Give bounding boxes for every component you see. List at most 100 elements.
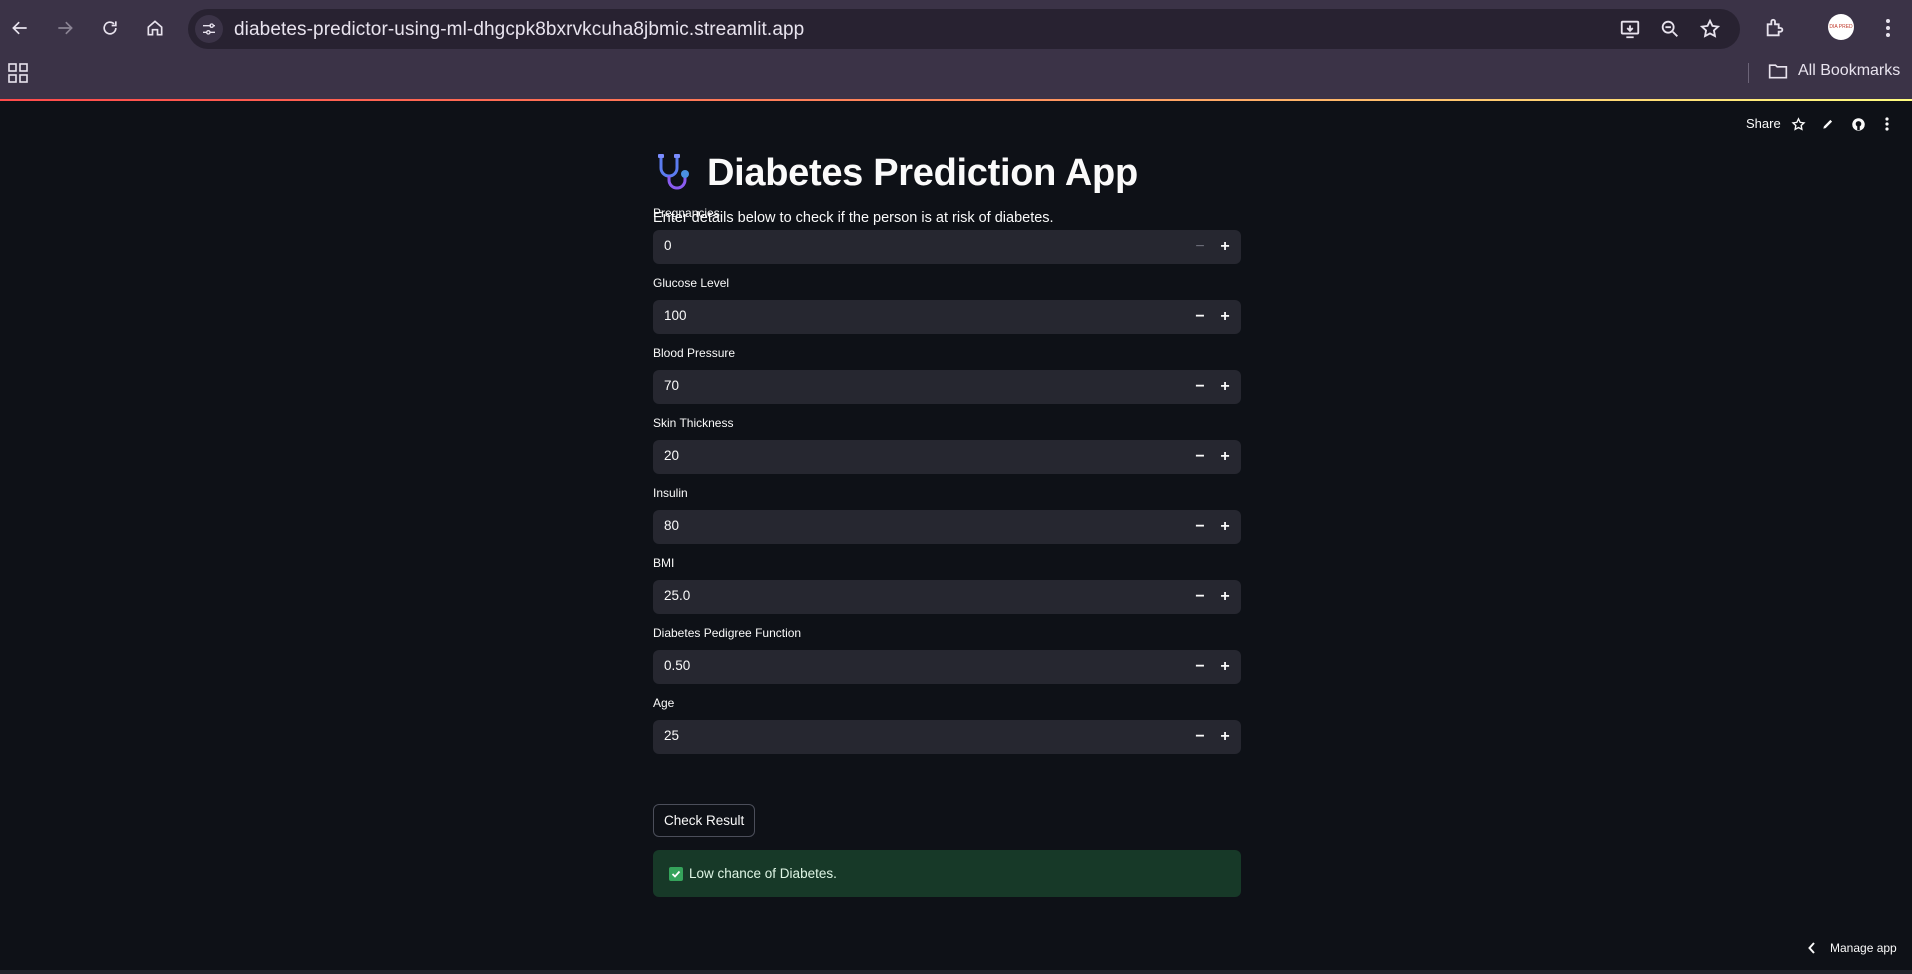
- increment-button[interactable]: +: [1212, 580, 1238, 614]
- manage-app-label: Manage app: [1830, 941, 1897, 955]
- decrement-button[interactable]: −: [1187, 370, 1213, 404]
- reload-button[interactable]: [94, 12, 126, 44]
- title-row: Diabetes Prediction App: [653, 148, 1241, 198]
- install-app-icon: [1620, 20, 1640, 39]
- back-button[interactable]: [4, 12, 36, 44]
- forward-icon: [58, 21, 73, 35]
- home-button[interactable]: [139, 12, 171, 44]
- main-content: Diabetes Prediction App Enter details be…: [653, 148, 1241, 897]
- number-field: BMI 25.0 − +: [653, 556, 1241, 614]
- all-bookmarks-label: All Bookmarks: [1798, 62, 1901, 79]
- zoom-button[interactable]: [1658, 17, 1682, 41]
- folder-icon: [1768, 64, 1788, 79]
- chevron-left-icon: [1808, 942, 1815, 954]
- profile-text: DIA PRED: [1829, 24, 1853, 30]
- number-input-value[interactable]: 100: [664, 308, 687, 323]
- profile-avatar[interactable]: DIA PRED: [1828, 14, 1854, 40]
- increment-button[interactable]: +: [1212, 440, 1238, 474]
- menu-icon: [1886, 19, 1890, 37]
- number-field: Blood Pressure 70 − +: [653, 346, 1241, 404]
- pencil-icon: [1823, 119, 1833, 129]
- kebab-menu-icon: [1885, 117, 1889, 131]
- number-input[interactable]: 0 − +: [653, 230, 1241, 264]
- number-input[interactable]: 80 − +: [653, 510, 1241, 544]
- number-input[interactable]: 0.50 − +: [653, 650, 1241, 684]
- number-input-value[interactable]: 25.0: [664, 588, 690, 603]
- github-icon: [1851, 117, 1865, 131]
- result-text: Low chance of Diabetes.: [689, 866, 837, 881]
- url-text[interactable]: diabetes-predictor-using-ml-dhgcpk8bxrvk…: [234, 19, 804, 41]
- extensions-button[interactable]: [1759, 12, 1791, 44]
- site-settings-button[interactable]: [195, 15, 223, 43]
- number-input-value[interactable]: 20: [664, 448, 679, 463]
- decrement-button[interactable]: −: [1187, 440, 1213, 474]
- field-label: Skin Thickness: [653, 416, 734, 430]
- field-label: Insulin: [653, 486, 688, 500]
- decrement-button[interactable]: −: [1187, 580, 1213, 614]
- number-field: Diabetes Pedigree Function 0.50 − +: [653, 626, 1241, 684]
- field-label: BMI: [653, 556, 675, 570]
- reload-icon: [103, 21, 117, 35]
- back-icon: [12, 21, 27, 35]
- number-input[interactable]: 25.0 − +: [653, 580, 1241, 614]
- app-menu-button[interactable]: [1878, 115, 1896, 133]
- number-input-value[interactable]: 80: [664, 518, 679, 533]
- result-alert: Low chance of Diabetes.: [653, 850, 1241, 897]
- streamlit-header-decoration: [0, 99, 1912, 101]
- check-result-button[interactable]: Check Result: [653, 804, 756, 837]
- decrement-button[interactable]: −: [1187, 300, 1213, 334]
- field-label: Blood Pressure: [653, 346, 736, 360]
- home-icon: [147, 20, 163, 36]
- number-input[interactable]: 25 − +: [653, 720, 1241, 754]
- field-label: Diabetes Pedigree Function: [653, 626, 802, 640]
- decrement-button[interactable]: −: [1187, 230, 1213, 264]
- number-input-value[interactable]: 0: [664, 238, 672, 253]
- number-input-value[interactable]: 25: [664, 728, 679, 743]
- number-field: Age 25 − +: [653, 696, 1241, 754]
- extensions-icon: [1766, 18, 1784, 37]
- edit-button[interactable]: [1819, 115, 1837, 133]
- stethoscope-icon: [658, 154, 689, 190]
- number-input-value[interactable]: 0.50: [664, 658, 690, 673]
- install-app-button[interactable]: [1618, 17, 1642, 41]
- all-bookmarks-button[interactable]: All Bookmarks: [1768, 62, 1900, 80]
- increment-button[interactable]: +: [1212, 300, 1238, 334]
- field-label: Glucose Level: [653, 276, 730, 290]
- forward-button[interactable]: [49, 12, 81, 44]
- number-field: Glucose Level 100 − +: [653, 276, 1241, 334]
- number-input-value[interactable]: 70: [664, 378, 679, 393]
- page-title: Diabetes Prediction App: [707, 151, 1138, 194]
- bookmarks-separator: [1748, 63, 1749, 83]
- site-settings-icon: [203, 23, 215, 35]
- decrement-button[interactable]: −: [1187, 650, 1213, 684]
- apps-grid-icon[interactable]: [8, 63, 28, 83]
- field-label: Pregnancies: [653, 206, 720, 220]
- increment-button[interactable]: +: [1212, 510, 1238, 544]
- number-input[interactable]: 20 − +: [653, 440, 1241, 474]
- favorite-button[interactable]: [1789, 115, 1807, 133]
- share-button[interactable]: Share: [1746, 116, 1781, 131]
- decrement-button[interactable]: −: [1187, 720, 1213, 754]
- star-icon: [1790, 116, 1806, 131]
- number-field: Insulin 80 − +: [653, 486, 1241, 544]
- zoom-icon: [1661, 20, 1678, 37]
- bookmark-star-icon: [1699, 18, 1721, 38]
- number-input[interactable]: 70 − +: [653, 370, 1241, 404]
- manage-app-button[interactable]: Manage app: [1808, 941, 1897, 955]
- address-bar[interactable]: diabetes-predictor-using-ml-dhgcpk8bxrvk…: [188, 9, 1740, 49]
- increment-button[interactable]: +: [1212, 650, 1238, 684]
- number-field: Pregnancies 0 − +: [653, 206, 1241, 264]
- number-field: Skin Thickness 20 − +: [653, 416, 1241, 474]
- check-mark-icon: [669, 866, 683, 881]
- github-button[interactable]: [1849, 115, 1867, 133]
- bookmark-button[interactable]: [1698, 17, 1722, 41]
- increment-button[interactable]: +: [1212, 720, 1238, 754]
- number-input[interactable]: 100 − +: [653, 300, 1241, 334]
- increment-button[interactable]: +: [1212, 230, 1238, 264]
- browser-menu-button[interactable]: [1876, 12, 1900, 44]
- increment-button[interactable]: +: [1212, 370, 1238, 404]
- browser-chrome: diabetes-predictor-using-ml-dhgcpk8bxrvk…: [0, 0, 1912, 101]
- field-label: Age: [653, 696, 675, 710]
- bottom-bar: [0, 970, 1912, 974]
- decrement-button[interactable]: −: [1187, 510, 1213, 544]
